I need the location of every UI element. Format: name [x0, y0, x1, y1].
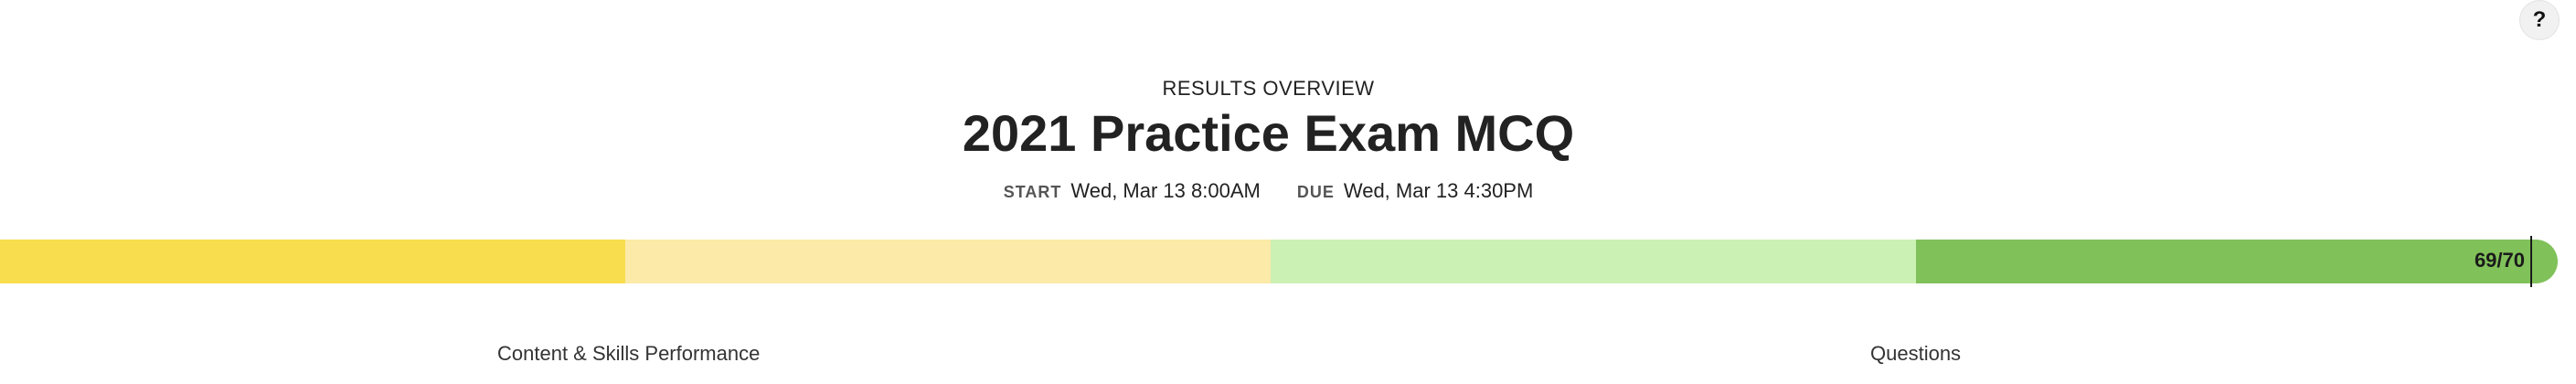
- score-band-3: [1271, 240, 1916, 283]
- dates-row: START Wed, Mar 13 8:00AM DUE Wed, Mar 13…: [0, 179, 2537, 203]
- score-band-4: [1916, 240, 2538, 283]
- score-text: 69/70: [2474, 249, 2525, 272]
- page-title: 2021 Practice Exam MCQ: [962, 104, 1575, 162]
- start-label: START: [1003, 183, 1062, 201]
- score-band-1: [0, 240, 625, 283]
- results-overview-page: ? RESULTS OVERVIEW 2021 Practice Exam MC…: [0, 0, 2576, 384]
- due-label: DUE: [1296, 183, 1335, 201]
- score-band-2: [625, 240, 1271, 283]
- score-progress-bar: [0, 240, 2558, 283]
- score-marker: [2530, 236, 2532, 287]
- due-value: Wed, Mar 13 4:30PM: [1343, 179, 1534, 202]
- help-button[interactable]: ?: [2519, 0, 2560, 40]
- overview-label: RESULTS OVERVIEW: [1162, 77, 1375, 100]
- start-value: Wed, Mar 13 8:00AM: [1070, 179, 1261, 202]
- questions-heading: Questions: [1870, 342, 1962, 365]
- help-icon: ?: [2532, 7, 2547, 32]
- content-skills-heading: Content & Skills Performance: [497, 342, 761, 365]
